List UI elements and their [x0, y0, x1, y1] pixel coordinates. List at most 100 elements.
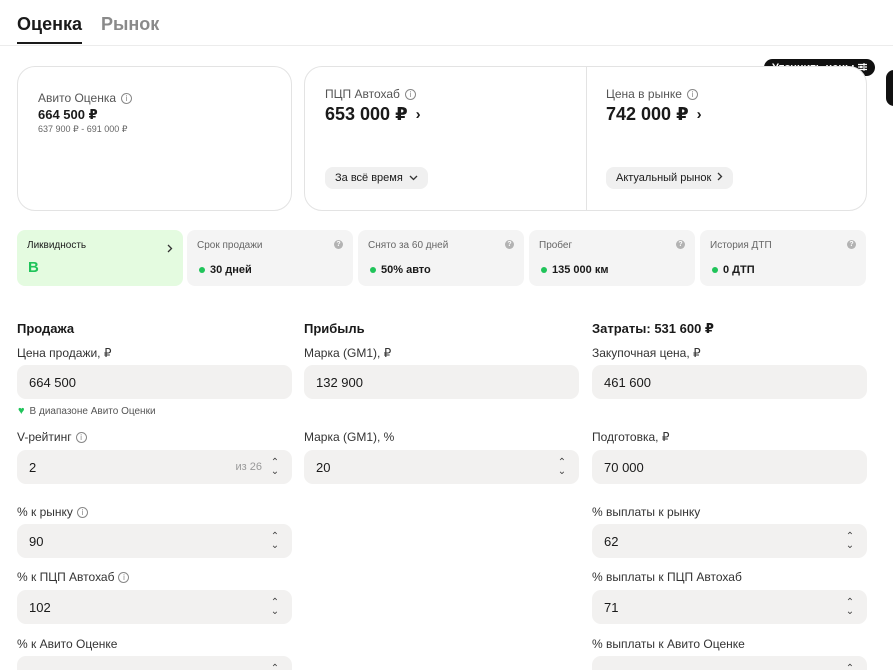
payout-avito-label: % выплаты к Авито Оценке [592, 637, 745, 651]
payout-pcp-stepper[interactable]: 71 ⌃ ⌄ [592, 590, 867, 624]
chevron-right-icon: › [696, 106, 702, 123]
payout-market-label: % выплаты к рынку [592, 505, 701, 519]
side-panel-handle[interactable] [886, 70, 893, 106]
metric-removed-value-row: 50% авто [370, 264, 431, 276]
costs-section-title: Затраты: 531 600 ₽ [592, 321, 714, 336]
question-icon[interactable]: ? [847, 240, 856, 249]
question-icon[interactable]: ? [334, 240, 343, 249]
metric-sale-time-value: 30 дней [210, 264, 252, 276]
metric-removed-60-days: Снято за 60 дней ? 50% авто [358, 230, 524, 286]
info-icon[interactable]: i [686, 88, 698, 100]
status-dot [370, 267, 376, 273]
sale-price-input[interactable]: 664 500 [17, 365, 292, 399]
vrating-label-row: V-рейтинг i [17, 430, 87, 444]
preparation-value: 70 000 [604, 459, 644, 475]
question-icon[interactable]: ? [676, 240, 685, 249]
margin-rub-value: 132 900 [316, 374, 363, 390]
avito-valuation-label: Авито Оценка [38, 91, 117, 105]
to-avito-stepper[interactable]: ⌃⌄ [17, 656, 292, 670]
profit-section-title: Прибыль [304, 321, 365, 336]
margin-rub-input[interactable]: 132 900 [304, 365, 579, 399]
to-market-value: 90 [29, 533, 44, 549]
vrating-value: 2 [29, 459, 37, 475]
stepper-icon[interactable]: ⌃⌄ [270, 598, 280, 617]
info-icon[interactable]: i [75, 431, 87, 443]
metric-accident-value: 0 ДТП [723, 264, 755, 276]
purchase-price-value: 461 600 [604, 374, 651, 390]
market-price-value-link[interactable]: 742 000 ₽ › [606, 104, 702, 125]
stepper-icon[interactable]: ⌃⌄ [270, 532, 280, 551]
actual-market-button[interactable]: Актуальный рынок [606, 167, 734, 189]
metric-mileage: Пробег ? 135 000 км [529, 230, 695, 286]
metric-liquidity-title: Ликвидность [27, 240, 87, 251]
metric-mileage-value-row: 135 000 км [541, 264, 608, 276]
vrating-suffix: из 26 [235, 461, 262, 473]
tabs-divider [0, 45, 893, 46]
avito-range-hint-text: В диапазоне Авито Оценки [29, 405, 156, 417]
card-divider [586, 67, 587, 210]
tab-bar: Оценка Рынок [17, 14, 159, 44]
stepper-icon[interactable]: ⌃⌄ [270, 664, 280, 670]
purchase-price-input[interactable]: 461 600 [592, 365, 867, 399]
to-market-label-row: % к рынку i [17, 505, 88, 519]
stepper-icon[interactable]: ⌃⌄ [845, 598, 855, 617]
avito-range-hint: ♥ В диапазоне Авито Оценки [18, 405, 156, 417]
stepper-icon[interactable]: ⌃⌄ [845, 532, 855, 551]
pcp-value-link[interactable]: 653 000 ₽ › [325, 104, 421, 125]
avito-valuation-label-row: Авито Оценка i [38, 91, 133, 105]
status-dot [541, 267, 547, 273]
avito-valuation-range: 637 900 ₽ - 691 000 ₽ [38, 124, 128, 134]
avito-valuation-value: 664 500 ₽ [38, 107, 98, 122]
metric-mileage-title: Пробег [539, 240, 573, 251]
to-market-stepper[interactable]: 90 ⌃ ⌄ [17, 524, 292, 558]
purchase-price-label: Закупочная цена, ₽ [592, 346, 701, 360]
metric-liquidity[interactable]: Ликвидность B [17, 230, 183, 286]
payout-pcp-value: 71 [604, 599, 619, 615]
market-price-label-row: Цена в рынке i [606, 87, 698, 101]
metric-removed-value: 50% авто [381, 264, 431, 276]
margin-pct-stepper[interactable]: 20 ⌃ ⌄ [304, 450, 579, 484]
margin-pct-value: 20 [316, 459, 331, 475]
chevron-right-icon [167, 240, 173, 258]
stepper-icon[interactable]: ⌃⌄ [270, 458, 280, 477]
payout-avito-stepper[interactable]: ⌃⌄ [592, 656, 867, 670]
margin-pct-label: Марка (GM1), % [304, 430, 395, 444]
to-pcp-label-row: % к ПЦП Автохаб i [17, 570, 130, 584]
actual-market-label: Актуальный рынок [616, 172, 712, 184]
metric-accident-value-row: 0 ДТП [712, 264, 755, 276]
chevron-right-icon [717, 172, 723, 184]
period-select-button[interactable]: За всё время [325, 167, 428, 189]
info-icon[interactable]: i [404, 88, 416, 100]
to-avito-label: % к Авито Оценке [17, 637, 118, 651]
question-icon[interactable]: ? [505, 240, 514, 249]
sale-price-value: 664 500 [29, 374, 76, 390]
stepper-icon[interactable]: ⌃⌄ [845, 664, 855, 670]
tab-market[interactable]: Рынок [101, 14, 159, 44]
payout-market-stepper[interactable]: 62 ⌃ ⌄ [592, 524, 867, 558]
metric-removed-title: Снято за 60 дней [368, 240, 449, 251]
to-pcp-value: 102 [29, 599, 51, 615]
preparation-input[interactable]: 70 000 [592, 450, 867, 484]
avito-valuation-card: Авито Оценка i 664 500 ₽ 637 900 ₽ - 691… [17, 66, 292, 211]
preparation-label: Подготовка, ₽ [592, 430, 670, 444]
sale-price-label: Цена продажи, ₽ [17, 346, 112, 360]
metric-sale-time-title: Срок продажи [197, 240, 263, 251]
pcp-value: 653 000 ₽ [325, 104, 408, 124]
vrating-stepper[interactable]: 2 из 26 ⌃ ⌄ [17, 450, 292, 484]
metric-mileage-value: 135 000 км [552, 264, 609, 276]
price-cards-group: ПЦП Автохаб i 653 000 ₽ › За всё время Ц… [304, 66, 867, 211]
to-pcp-stepper[interactable]: 102 ⌃ ⌄ [17, 590, 292, 624]
to-market-label: % к рынку [17, 505, 73, 519]
info-icon[interactable]: i [121, 92, 133, 104]
heart-icon: ♥ [18, 405, 25, 417]
tab-valuation[interactable]: Оценка [17, 14, 82, 44]
stepper-icon[interactable]: ⌃⌄ [557, 458, 567, 477]
status-dot [199, 267, 205, 273]
vrating-label: V-рейтинг [17, 430, 72, 444]
to-pcp-label: % к ПЦП Автохаб [17, 570, 115, 584]
metric-sale-time: Срок продажи ? 30 дней [187, 230, 353, 286]
info-icon[interactable]: i [76, 506, 88, 518]
info-icon[interactable]: i [118, 571, 130, 583]
market-price-label: Цена в рынке [606, 87, 682, 101]
payout-market-value: 62 [604, 533, 619, 549]
